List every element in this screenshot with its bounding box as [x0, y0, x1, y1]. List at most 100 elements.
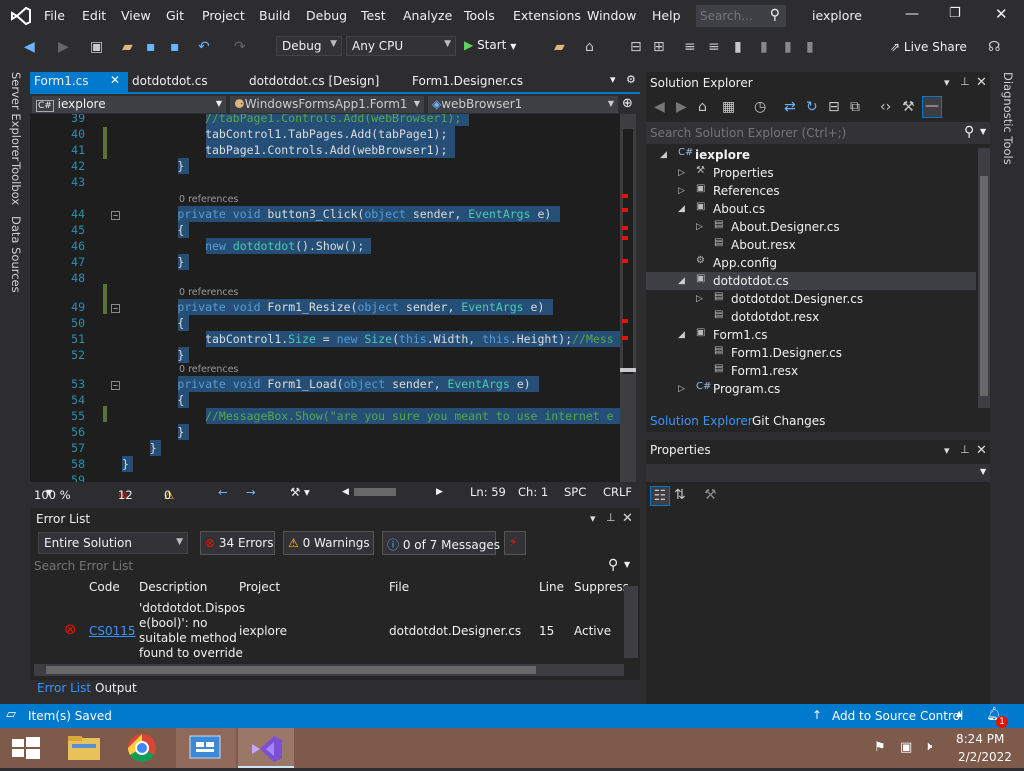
search-icon[interactable]: ⚲: [770, 7, 780, 23]
collapse-icon[interactable]: ◢: [678, 276, 685, 286]
scroll-right-icon[interactable]: ▶: [436, 487, 443, 497]
back-icon[interactable]: ◀: [654, 98, 665, 116]
tree-item[interactable]: Form1.resx: [731, 364, 798, 378]
tab-output[interactable]: Output: [95, 681, 137, 695]
tree-item[interactable]: dotdotdot.Designer.cs: [731, 292, 863, 306]
cleanup-icon[interactable]: ⚒ ▾: [290, 485, 310, 499]
start-button[interactable]: ▶ Start ▼: [464, 38, 516, 52]
network-icon[interactable]: ▣: [900, 740, 912, 755]
property-pages-icon[interactable]: ⚒: [704, 486, 717, 504]
search-box[interactable]: ⚲: [696, 5, 786, 27]
code-editor[interactable]: 39 //tabPage1.Controls.Add(webBrowser1);…: [30, 114, 636, 482]
references-codelens[interactable]: 0 references: [179, 364, 238, 375]
uncomment-icon[interactable]: ≡: [708, 38, 720, 56]
tree-item[interactable]: Properties: [713, 166, 774, 180]
menu-build[interactable]: Build: [259, 8, 290, 23]
menu-project[interactable]: Project: [202, 8, 245, 23]
show-all-files-icon[interactable]: ⧉: [850, 98, 860, 116]
visual-studio-button[interactable]: [238, 728, 294, 768]
previous-issue-icon[interactable]: ←: [218, 485, 228, 499]
categorized-icon[interactable]: ☷: [650, 486, 670, 506]
control-panel-button[interactable]: [176, 728, 236, 768]
file-explorer-button[interactable]: [56, 728, 112, 768]
open-folder-icon[interactable]: ▰: [122, 38, 133, 56]
column-suppress[interactable]: Suppress: [574, 580, 629, 594]
expand-icon[interactable]: ▷: [678, 168, 685, 178]
menu-window[interactable]: Window: [587, 8, 636, 23]
panel-menu-icon[interactable]: ▾: [944, 444, 950, 457]
tab-form1-cs[interactable]: Form1.cs ✕: [30, 72, 128, 92]
properties-wrench-icon[interactable]: ⚒: [902, 98, 915, 116]
bookmark-prev-icon[interactable]: ▮: [760, 38, 768, 56]
column-number[interactable]: Ch: 1: [518, 485, 548, 499]
redo-icon[interactable]: ↷: [234, 38, 246, 56]
chrome-button[interactable]: [112, 728, 168, 768]
menu-debug[interactable]: Debug: [306, 8, 347, 23]
panel-menu-icon[interactable]: ▾: [590, 512, 596, 525]
toolbox-tab[interactable]: Toolbox: [9, 162, 23, 205]
indent-mode[interactable]: SPC: [564, 485, 586, 499]
properties-object-selector[interactable]: ▼: [646, 464, 990, 482]
menu-file[interactable]: File: [44, 8, 65, 23]
bookmark-clear-icon[interactable]: ▮: [806, 38, 814, 56]
pin-icon[interactable]: ⊥: [960, 75, 970, 88]
menu-git[interactable]: Git: [166, 8, 184, 23]
project-dropdown[interactable]: C# iexplore ▼: [32, 96, 226, 113]
clock-date[interactable]: 2/2/2022: [958, 750, 1012, 764]
tab-error-list[interactable]: Error List: [37, 681, 91, 695]
comment-icon[interactable]: ≡: [684, 38, 696, 56]
panel-menu-icon[interactable]: ▾: [944, 76, 950, 89]
home-icon[interactable]: ⌂: [698, 98, 707, 116]
search-input[interactable]: [700, 8, 762, 24]
code-view-icon[interactable]: ‹›: [880, 98, 891, 116]
close-panel-icon[interactable]: ✕: [622, 511, 633, 526]
clock-time[interactable]: 8:24 PM: [956, 732, 1004, 746]
references-codelens[interactable]: 0 references: [179, 287, 238, 298]
undo-icon[interactable]: ↶: [198, 38, 210, 56]
column-line[interactable]: Line: [539, 580, 564, 594]
error-list-vscroll[interactable]: [624, 586, 638, 658]
tree-item[interactable]: dotdotdot.resx: [731, 310, 819, 324]
pin-icon[interactable]: ⊥: [960, 443, 970, 456]
bookmark-next-icon[interactable]: ▮: [784, 38, 792, 56]
menu-analyze[interactable]: Analyze: [403, 8, 452, 23]
tab-dotdotdot-design[interactable]: dotdotdot.cs [Design]: [245, 72, 383, 92]
horizontal-scroll-thumb[interactable]: [354, 488, 396, 496]
error-search-input[interactable]: [34, 558, 614, 574]
platform-dropdown[interactable]: Any CPU ▼: [346, 36, 456, 56]
pin-icon[interactable]: ⊥: [606, 511, 616, 524]
sync-icon[interactable]: ⇄: [784, 98, 796, 116]
scroll-thumb[interactable]: [980, 176, 988, 396]
column-description[interactable]: Description: [139, 580, 207, 594]
tree-item[interactable]: Form1.Designer.cs: [731, 346, 842, 360]
diagnostic-tools-tab[interactable]: Diagnostic Tools: [1001, 72, 1015, 165]
expand-icon[interactable]: ▷: [678, 186, 685, 196]
tab-dotdotdot-cs[interactable]: dotdotdot.cs: [128, 72, 212, 92]
line-ending[interactable]: CRLF: [603, 485, 632, 499]
visual-studio-logo-icon[interactable]: [10, 6, 32, 26]
messages-filter-button[interactable]: ⓘ 0 of 7 Messages: [382, 531, 500, 555]
history-icon[interactable]: ◷: [754, 98, 766, 116]
menu-extensions[interactable]: Extensions: [513, 8, 581, 23]
close-panel-icon[interactable]: ✕: [976, 443, 987, 458]
next-issue-icon[interactable]: →: [246, 485, 256, 499]
tree-item[interactable]: About.resx: [731, 238, 796, 252]
expand-icon[interactable]: ▷: [696, 294, 703, 304]
close-panel-icon[interactable]: ✕: [976, 75, 987, 90]
editor-scrollbar[interactable]: [620, 114, 636, 482]
browse-icon[interactable]: ⌂: [585, 38, 594, 56]
volume-muted-icon[interactable]: 🕨︎: [924, 739, 932, 754]
collapse-region-icon[interactable]: −: [111, 381, 120, 390]
column-project[interactable]: Project: [239, 580, 280, 594]
close-tab-icon[interactable]: ✕: [110, 73, 120, 87]
line-number[interactable]: Ln: 59: [470, 485, 506, 499]
alphabetical-icon[interactable]: ⇅: [674, 486, 686, 504]
close-icon[interactable]: ✕: [995, 5, 1008, 23]
tree-item[interactable]: App.config: [713, 256, 777, 270]
gear-icon[interactable]: ⚙: [626, 73, 636, 86]
chevron-down-icon[interactable]: ▼: [624, 560, 630, 569]
collapse-icon[interactable]: ◢: [660, 150, 667, 160]
tree-scrollbar[interactable]: [978, 148, 990, 408]
action-center-flag-icon[interactable]: ⚑: [874, 740, 886, 755]
scroll-thumb[interactable]: [46, 666, 536, 674]
